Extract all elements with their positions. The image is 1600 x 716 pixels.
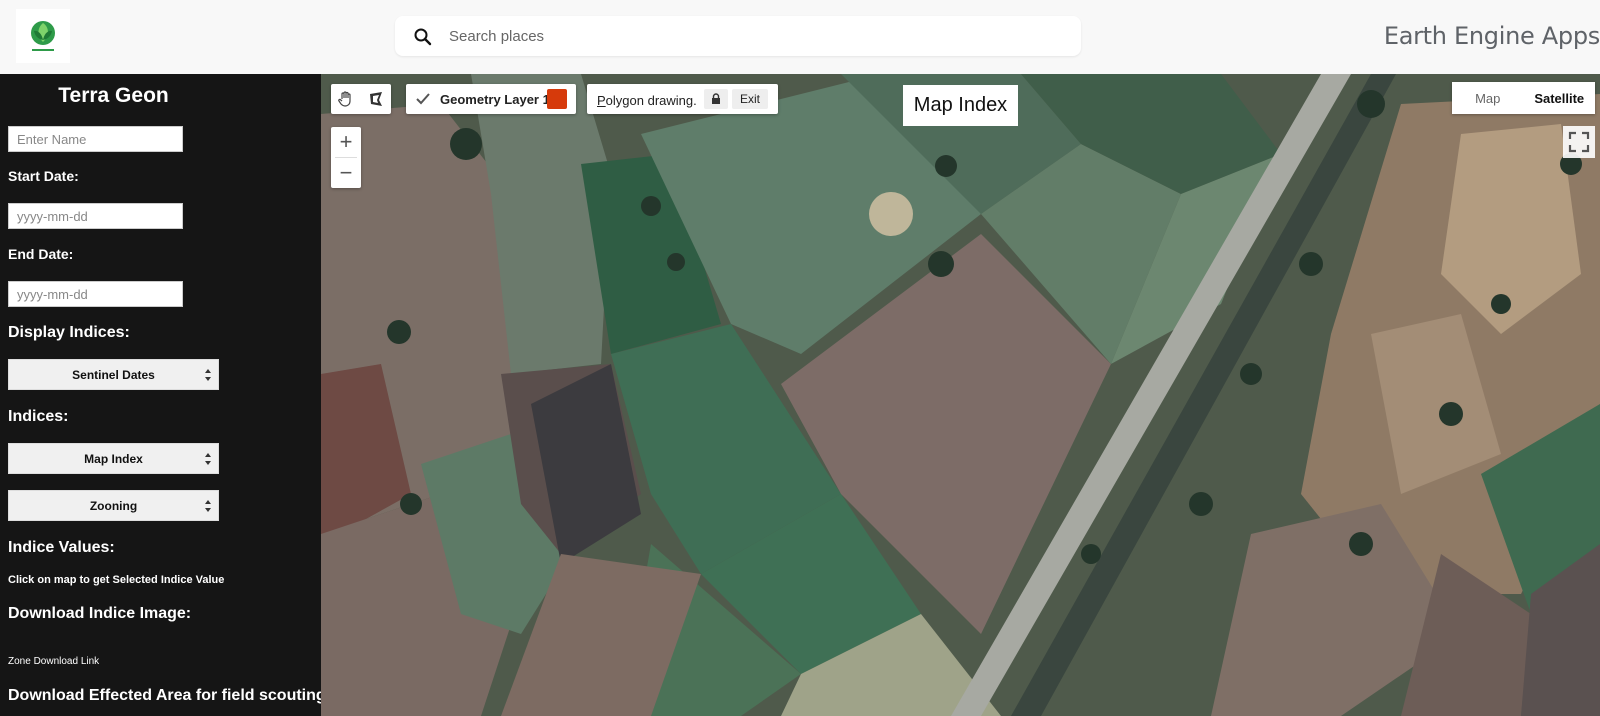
- polygon-drawing-label: Polygon drawing.: [597, 93, 697, 108]
- polygon-tool-button[interactable]: [362, 85, 390, 113]
- lock-icon: [712, 93, 720, 104]
- app-title: Earth Engine Apps: [1383, 22, 1600, 50]
- leaf-logo-icon: [31, 21, 55, 51]
- display-indices-select[interactable]: Sentinel Dates: [8, 359, 219, 390]
- zoning-value: Zooning: [89, 498, 138, 513]
- top-bar: Earth Engine Apps: [0, 0, 1600, 74]
- zoom-in-button[interactable]: +: [331, 127, 361, 157]
- name-input[interactable]: [8, 126, 183, 152]
- drawing-tools: [331, 84, 391, 114]
- click-hint: Click on map to get Selected Indice Valu…: [8, 574, 225, 586]
- lock-button[interactable]: [704, 89, 728, 109]
- geometry-layer-label: Geometry Layer 1: [440, 92, 550, 107]
- satellite-imagery: [321, 74, 1600, 716]
- map-type-control: Map Satellite: [1452, 82, 1595, 114]
- zoom-out-button[interactable]: −: [331, 158, 361, 188]
- fullscreen-button[interactable]: [1563, 126, 1595, 158]
- select-arrows-icon: [205, 500, 211, 512]
- app-logo[interactable]: [16, 9, 70, 63]
- indices-value: Map Index: [84, 451, 143, 466]
- indices-select[interactable]: Map Index: [8, 443, 219, 474]
- map-index-label: Map Index: [903, 85, 1018, 126]
- display-indices-value: Sentinel Dates: [72, 367, 155, 382]
- start-date-input[interactable]: [8, 203, 183, 229]
- zoning-select[interactable]: Zooning: [8, 490, 219, 521]
- panel-title: Terra Geon: [58, 84, 169, 107]
- search-bar[interactable]: [395, 16, 1081, 56]
- indice-values-label: Indice Values:: [8, 539, 115, 556]
- search-icon: [414, 28, 432, 46]
- checkmark-icon[interactable]: [414, 90, 432, 108]
- zone-download-link[interactable]: Zone Download Link: [8, 656, 99, 667]
- download-image-label: Download Indice Image:: [8, 605, 192, 622]
- polygon-drawing-status: Polygon drawing. Exit: [587, 84, 778, 114]
- geometry-color-swatch[interactable]: [547, 89, 567, 109]
- start-date-label: Start Date:: [8, 168, 79, 184]
- display-indices-label: Display Indices:: [8, 324, 130, 341]
- satellite-map[interactable]: Geometry Layer 1 Polygon drawing. Exit +…: [321, 74, 1600, 716]
- exit-button[interactable]: Exit: [732, 89, 768, 109]
- polygon-icon: [370, 92, 382, 106]
- search-input[interactable]: [449, 16, 1049, 56]
- hand-icon: [338, 91, 351, 107]
- end-date-label: End Date:: [8, 246, 74, 262]
- geometry-layer-control[interactable]: Geometry Layer 1: [406, 84, 576, 114]
- end-date-input[interactable]: [8, 281, 183, 307]
- zoom-control: + −: [331, 127, 361, 188]
- control-panel: Terra Geon Start Date: End Date: Display…: [0, 74, 321, 716]
- select-arrows-icon: [205, 369, 211, 381]
- map-type-map-button[interactable]: Map: [1452, 82, 1524, 114]
- map-type-satellite-button[interactable]: Satellite: [1524, 82, 1596, 114]
- indices-label: Indices:: [8, 408, 69, 425]
- download-effected-label: Download Effected Area for field scoutin…: [8, 687, 321, 704]
- fullscreen-icon: [1568, 131, 1590, 153]
- select-arrows-icon: [205, 453, 211, 465]
- pan-tool-button[interactable]: [332, 85, 360, 113]
